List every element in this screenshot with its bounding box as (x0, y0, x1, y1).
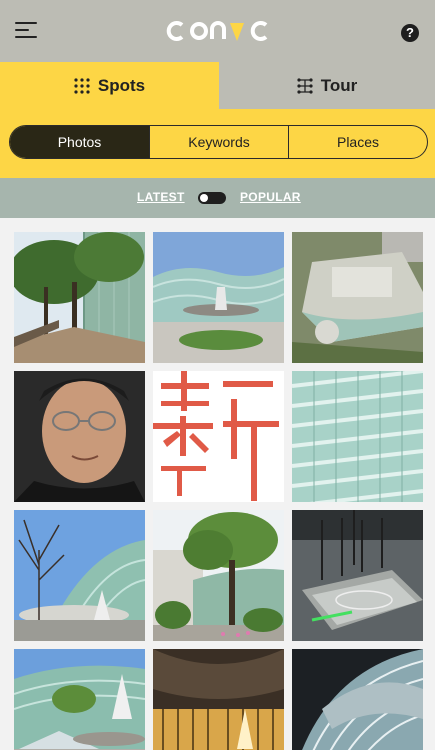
app-header: ? (0, 0, 435, 62)
photo-tile[interactable] (292, 510, 423, 641)
photo-tile[interactable] (153, 232, 284, 363)
segment-photos[interactable]: Photos (10, 126, 150, 158)
photo-grid (0, 218, 435, 750)
tab-spots[interactable]: Spots (0, 62, 219, 109)
photo-tile[interactable] (14, 371, 145, 502)
photo-tile[interactable] (153, 371, 284, 502)
main-tabs: Spots Tour (0, 62, 435, 109)
photo-tile[interactable] (14, 232, 145, 363)
route-grid-icon (297, 77, 313, 94)
dots-grid-icon (74, 77, 90, 94)
segment-keywords[interactable]: Keywords (150, 126, 289, 158)
sort-latest-link[interactable]: LATEST (137, 190, 185, 204)
toggle-knob (200, 194, 208, 202)
sort-toggle[interactable] (198, 192, 226, 204)
hamburger-menu-icon[interactable] (15, 20, 37, 40)
photo-tile[interactable] (153, 510, 284, 641)
filter-band: Photos Keywords Places (0, 109, 435, 178)
conic-logo (166, 21, 268, 41)
tab-tour[interactable]: Tour (219, 62, 435, 109)
photo-tile[interactable] (14, 649, 145, 750)
photo-tile[interactable] (153, 649, 284, 750)
photo-tile[interactable] (292, 371, 423, 502)
help-button[interactable]: ? (401, 24, 419, 42)
segment-places[interactable]: Places (289, 126, 427, 158)
sort-popular-link[interactable]: POPULAR (240, 190, 301, 204)
tab-spots-label: Spots (97, 75, 146, 95)
photo-tile[interactable] (14, 510, 145, 641)
tab-tour-label: Tour (320, 75, 358, 95)
photo-tile[interactable] (292, 232, 423, 363)
view-segmented-control: Photos Keywords Places (9, 125, 428, 159)
photo-tile[interactable] (292, 649, 423, 750)
